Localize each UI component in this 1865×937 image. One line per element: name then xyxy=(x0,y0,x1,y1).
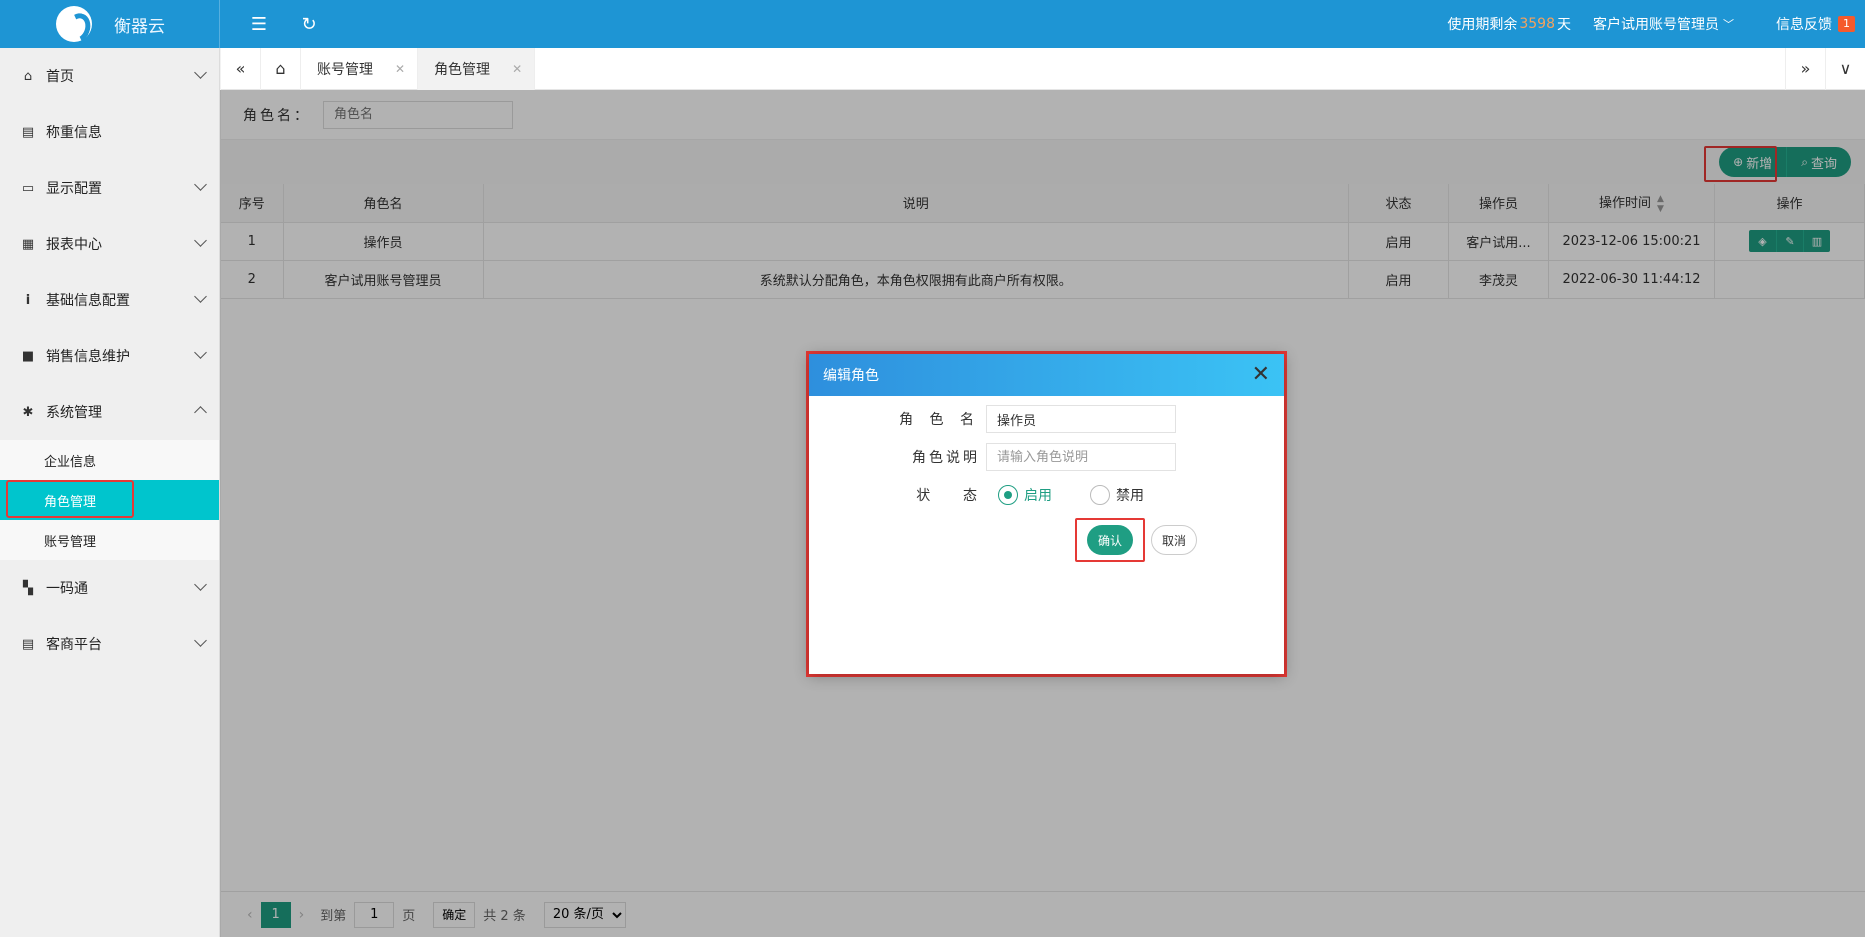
close-icon[interactable]: ✕ xyxy=(395,62,405,76)
system-submenu: 企业信息 角色管理 账号管理 xyxy=(0,440,219,560)
edit-role-dialog: 编辑角色 ✕ 角 色 名 角色说明 状 态 启用 禁用 确认 取消 xyxy=(809,354,1284,674)
days-suffix: 天 xyxy=(1557,17,1571,33)
tab-right-controls: » ∨ xyxy=(1785,47,1865,90)
sidebar-sub-accounts[interactable]: 账号管理 xyxy=(0,520,219,560)
sidebar-item-display[interactable]: ▭ 显示配置 xyxy=(0,160,219,216)
top-right-area: 使用期剩余 3598 天 客户试用账号管理员 ﹀ 信息反馈 1 xyxy=(1447,14,1865,34)
dialog-header: 编辑角色 ✕ xyxy=(809,354,1284,396)
report-icon: ▦ xyxy=(21,236,35,252)
status-enabled-label: 启用 xyxy=(1024,488,1052,504)
tabs-scroll-right-icon[interactable]: » xyxy=(1785,47,1825,90)
sidebar-item-label: 显示配置 xyxy=(46,181,102,197)
chevron-down-icon xyxy=(194,178,207,191)
sidebar-item-label: 基础信息配置 xyxy=(46,293,130,309)
scale-icon: ▤ xyxy=(21,124,35,140)
menu-toggle-icon[interactable]: ☰ xyxy=(248,13,270,35)
days-value: 3598 xyxy=(1519,16,1555,32)
feedback-badge: 1 xyxy=(1838,16,1855,32)
tab-accounts[interactable]: 账号管理 ✕ xyxy=(301,47,419,90)
sidebar-item-label: 销售信息维护 xyxy=(46,349,130,365)
close-icon[interactable]: ✕ xyxy=(512,62,522,76)
sidebar-item-label: 系统管理 xyxy=(46,405,102,421)
sidebar-item-onecode[interactable]: ▚ 一码通 xyxy=(0,560,219,616)
sidebar-item-basic-info[interactable]: i 基础信息配置 xyxy=(0,272,219,328)
feedback-button[interactable]: 信息反馈 1 xyxy=(1776,14,1855,34)
chevron-down-icon: ﹀ xyxy=(1723,18,1734,31)
info-icon: i xyxy=(25,292,31,308)
top-bar: 衡器云 ☰ ↻ 使用期剩余 3598 天 客户试用账号管理员 ﹀ 信息反馈 1 xyxy=(0,0,1865,48)
dialog-title: 编辑角色 xyxy=(823,368,879,384)
logo-area: 衡器云 xyxy=(0,0,220,48)
role-name-row: 角 色 名 xyxy=(809,404,1284,434)
refresh-icon[interactable]: ↻ xyxy=(298,13,320,35)
monitor-icon: ▭ xyxy=(21,180,35,196)
tab-bar: « ⌂ 账号管理 ✕ 角色管理 ✕ » ∨ xyxy=(221,47,1865,90)
sidebar-item-reports[interactable]: ▦ 报表中心 xyxy=(0,216,219,272)
chevron-down-icon xyxy=(194,290,207,303)
sidebar-item-sales[interactable]: ■ 销售信息维护 xyxy=(0,328,219,384)
logo-icon xyxy=(56,6,92,42)
sidebar-item-home[interactable]: ⌂ 首页 xyxy=(0,48,219,104)
sidebar-item-weighing[interactable]: ▤ 称重信息 xyxy=(0,104,219,160)
sidebar-sub-company[interactable]: 企业信息 xyxy=(0,440,219,480)
role-desc-row: 角色说明 xyxy=(809,442,1284,472)
chevron-up-icon xyxy=(194,406,207,419)
chevron-down-icon xyxy=(194,346,207,359)
role-desc-label: 角色说明 xyxy=(912,450,980,466)
sidebar-item-label: 一码通 xyxy=(46,581,88,597)
chevron-down-icon xyxy=(194,234,207,247)
dialog-buttons: 确认 取消 xyxy=(809,518,1284,562)
sidebar-item-label: 首页 xyxy=(46,69,74,85)
logo-text: 衡器云 xyxy=(114,16,165,37)
status-row: 状 态 启用 禁用 xyxy=(809,480,1284,510)
close-icon[interactable]: ✕ xyxy=(1252,364,1270,386)
home-tab-icon[interactable]: ⌂ xyxy=(261,47,301,90)
status-label: 状 态 xyxy=(916,488,980,504)
radio-unchecked-icon xyxy=(1090,485,1110,505)
role-name-label: 角 色 名 xyxy=(899,412,980,428)
confirm-highlight-frame: 确认 xyxy=(1075,518,1145,562)
status-disabled-radio[interactable]: 禁用 xyxy=(1090,485,1144,505)
chevron-down-icon xyxy=(194,634,207,647)
user-menu[interactable]: 客户试用账号管理员 ﹀ xyxy=(1593,14,1734,34)
sidebar-sub-roles[interactable]: 角色管理 xyxy=(0,480,219,520)
tabs-menu-chevron-icon[interactable]: ∨ xyxy=(1825,47,1865,90)
highlight-frame xyxy=(6,480,134,518)
tab-roles[interactable]: 角色管理 ✕ xyxy=(418,47,536,90)
sidebar: ⌂ 首页 ▤ 称重信息 ▭ 显示配置 ▦ 报表中心 i 基础信息配置 ■ 销售信… xyxy=(0,48,220,937)
sidebar-item-system[interactable]: ✱ 系统管理 xyxy=(0,384,219,440)
remaining-days: 使用期剩余 3598 天 xyxy=(1447,14,1571,34)
sidebar-item-label: 客商平台 xyxy=(46,637,102,653)
confirm-button[interactable]: 确认 xyxy=(1087,525,1133,555)
chevron-down-icon xyxy=(194,578,207,591)
sidebar-item-label: 报表中心 xyxy=(46,237,102,253)
sidebar-item-label: 称重信息 xyxy=(46,125,102,141)
tab-label: 账号管理 xyxy=(317,61,373,78)
role-desc-input[interactable] xyxy=(986,443,1176,471)
days-prefix: 使用期剩余 xyxy=(1447,17,1518,33)
chevron-down-icon xyxy=(194,66,207,79)
platform-icon: ▤ xyxy=(21,636,35,652)
cancel-button[interactable]: 取消 xyxy=(1151,525,1197,555)
user-name: 客户试用账号管理员 xyxy=(1593,17,1719,33)
tabs-scroll-left-icon[interactable]: « xyxy=(221,47,261,90)
status-enabled-radio[interactable]: 启用 xyxy=(998,485,1052,505)
qrcode-icon: ▚ xyxy=(23,580,33,596)
radio-checked-icon xyxy=(998,485,1018,505)
feedback-label: 信息反馈 xyxy=(1776,17,1832,33)
sales-icon: ■ xyxy=(21,348,35,364)
gear-icon: ✱ xyxy=(22,404,34,420)
home-icon: ⌂ xyxy=(23,68,33,84)
role-name-input[interactable] xyxy=(986,405,1176,433)
sidebar-item-platform[interactable]: ▤ 客商平台 xyxy=(0,616,219,672)
status-disabled-label: 禁用 xyxy=(1116,488,1144,504)
tab-label: 角色管理 xyxy=(434,61,491,78)
